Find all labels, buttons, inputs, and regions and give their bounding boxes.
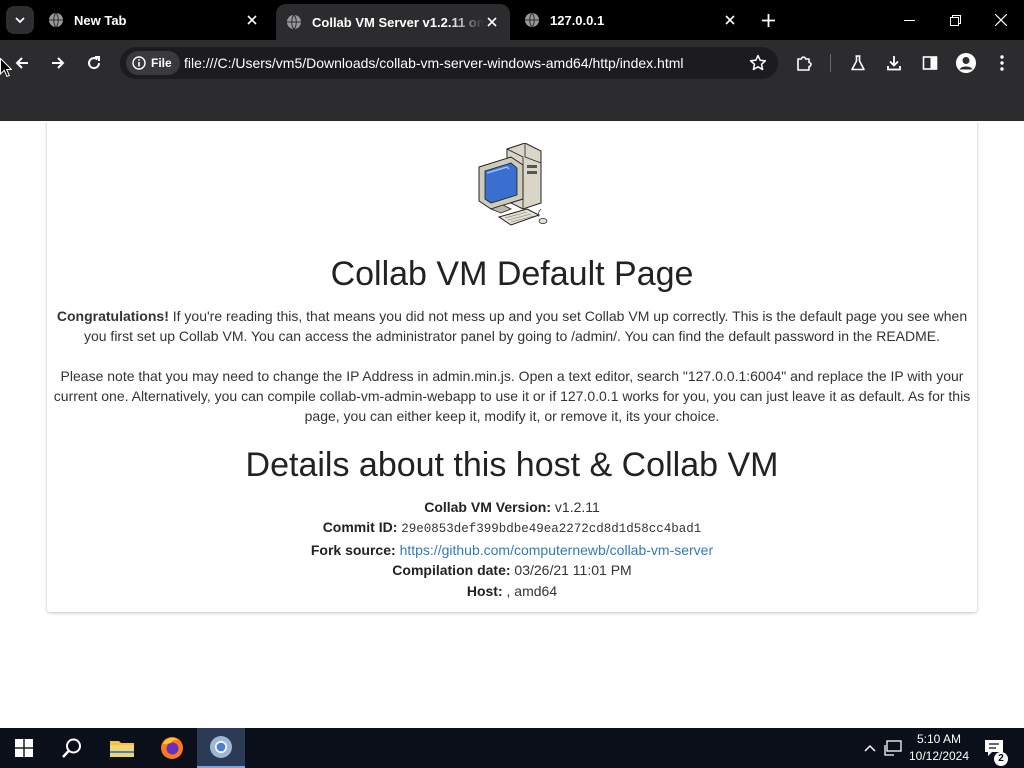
windows-start-icon (15, 739, 33, 757)
host-row: Host: , amd64 (47, 581, 977, 601)
firefox-icon (161, 737, 183, 759)
download-icon (887, 56, 901, 71)
note-paragraph: Please note that you may need to change … (53, 368, 971, 424)
chevron-down-icon (15, 17, 25, 24)
tab-title: Collab VM Server v1.2.11 on , amd64 (312, 14, 484, 30)
site-info-chip[interactable]: File (126, 51, 180, 75)
fork-link[interactable]: https://github.com/computernewb/collab-v… (400, 542, 714, 558)
system-clock[interactable]: 5:10 AM 10/12/2024 (903, 731, 975, 765)
intro-paragraph: Congratulations! If you're reading this,… (47, 306, 977, 346)
extensions-button[interactable] (791, 50, 817, 76)
computer-logo (478, 143, 548, 226)
clock-date: 10/12/2024 (908, 749, 970, 763)
chevron-up-icon (864, 744, 876, 752)
date-value: 03/26/21 11:01 PM (510, 562, 632, 579)
version-row: Collab VM Version: v1.2.11 (47, 497, 977, 517)
intro-lead: Congratulations! (56, 308, 169, 324)
tab-new-tab[interactable]: New Tab (38, 4, 270, 36)
search-icon (62, 738, 81, 758)
fork-row: Fork source: https://github.com/computer… (47, 540, 977, 560)
url-text[interactable]: file:///C:/Users/vm5/Downloads/collab-vm… (184, 55, 684, 71)
forward-arrow-icon (52, 57, 65, 69)
show-hidden-icons-button[interactable] (860, 728, 880, 768)
host-label: Host: (466, 582, 503, 599)
reload-icon (88, 56, 101, 70)
minimize-button[interactable] (886, 0, 932, 40)
search-button[interactable] (48, 728, 96, 768)
info-icon (132, 56, 146, 70)
mouse-cursor-icon (0, 58, 12, 78)
downloads-button[interactable] (881, 50, 907, 76)
commit-value: 29e0853def399bdbe49ea2272cd8d1d58cc4bad1 (401, 522, 702, 537)
forward-button[interactable] (44, 49, 72, 77)
address-bar[interactable]: File file:///C:/Users/vm5/Downloads/coll… (120, 47, 778, 79)
firefox-button[interactable] (148, 728, 196, 768)
bookmarks-bar (0, 86, 1024, 121)
puzzle-icon (797, 56, 812, 71)
toolbar-divider (830, 54, 831, 72)
star-icon (749, 54, 767, 71)
intro-text: If you're reading this, that means you d… (83, 308, 968, 344)
version-label: Collab VM Version: (424, 499, 552, 515)
chrome-icon (210, 736, 232, 758)
close-icon (995, 14, 1007, 26)
new-tab-button[interactable] (756, 8, 780, 32)
restore-button[interactable] (932, 0, 978, 40)
details-heading: Details about this host & Collab VM (245, 446, 779, 484)
web-page: Collab VM Default Page Congratulations! … (0, 121, 1024, 728)
tab-close-button[interactable] (722, 12, 738, 28)
scheme-label: File (151, 56, 172, 70)
restore-icon (949, 14, 961, 26)
globe-icon (525, 12, 539, 28)
commit-row: Commit ID: 29e0853def399bdbe49ea2272cd8d… (47, 517, 977, 539)
file-explorer-button[interactable] (98, 728, 146, 768)
close-window-button[interactable] (978, 0, 1024, 40)
profile-button[interactable] (953, 50, 979, 76)
tab-search-button[interactable] (6, 6, 34, 34)
close-icon (487, 17, 497, 27)
date-row: Compilation date: 03/26/21 11:01 PM (47, 560, 977, 580)
bookmark-button[interactable] (748, 53, 768, 73)
labs-button[interactable] (845, 50, 871, 76)
network-icon (884, 740, 902, 756)
minimize-icon (903, 19, 915, 21)
plus-icon (761, 13, 775, 27)
tab-127-0-0-1[interactable]: 127.0.0.1 (514, 4, 748, 36)
more-vert-icon (1000, 55, 1004, 71)
back-button[interactable] (8, 49, 36, 77)
file-explorer-icon (110, 741, 134, 757)
details-list: Collab VM Version: v1.2.11 Commit ID: 29… (47, 497, 977, 601)
back-arrow-icon (15, 57, 28, 69)
host-value: , amd64 (502, 582, 558, 599)
version-value: v1.2.11 (551, 499, 600, 515)
tab-title: New Tab (74, 12, 127, 28)
network-button[interactable] (882, 728, 904, 768)
menu-button[interactable] (989, 50, 1015, 76)
close-icon (725, 15, 735, 25)
page-title: Collab VM Default Page (330, 255, 694, 293)
fork-label: Fork source: (310, 541, 396, 558)
side-panel-icon (922, 56, 938, 70)
side-panel-button[interactable] (917, 50, 943, 76)
close-icon (247, 15, 257, 25)
tab-close-button[interactable] (484, 14, 500, 30)
tab-title: 127.0.0.1 (550, 12, 605, 28)
start-button[interactable] (0, 728, 48, 768)
profile-icon (956, 53, 976, 73)
content-card: Collab VM Default Page Congratulations! … (47, 121, 977, 612)
commit-label: Commit ID: (322, 519, 398, 536)
clock-time: 5:10 AM (916, 732, 962, 746)
taskbar: 5:10 AM 10/12/2024 (0, 728, 1024, 768)
tab-strip: New Tab Collab VM Server v1.2.11 on , am… (0, 0, 1024, 40)
reload-button[interactable] (80, 49, 108, 77)
globe-icon (287, 14, 301, 30)
tab-close-button[interactable] (244, 12, 260, 28)
notification-count-badge: 2 (994, 752, 1008, 766)
date-label: Compilation date: (392, 562, 511, 579)
flask-icon (851, 55, 865, 71)
tab-collab-vm[interactable]: Collab VM Server v1.2.11 on , amd64 (276, 4, 510, 40)
chrome-button[interactable] (197, 728, 245, 768)
globe-icon (49, 12, 63, 28)
